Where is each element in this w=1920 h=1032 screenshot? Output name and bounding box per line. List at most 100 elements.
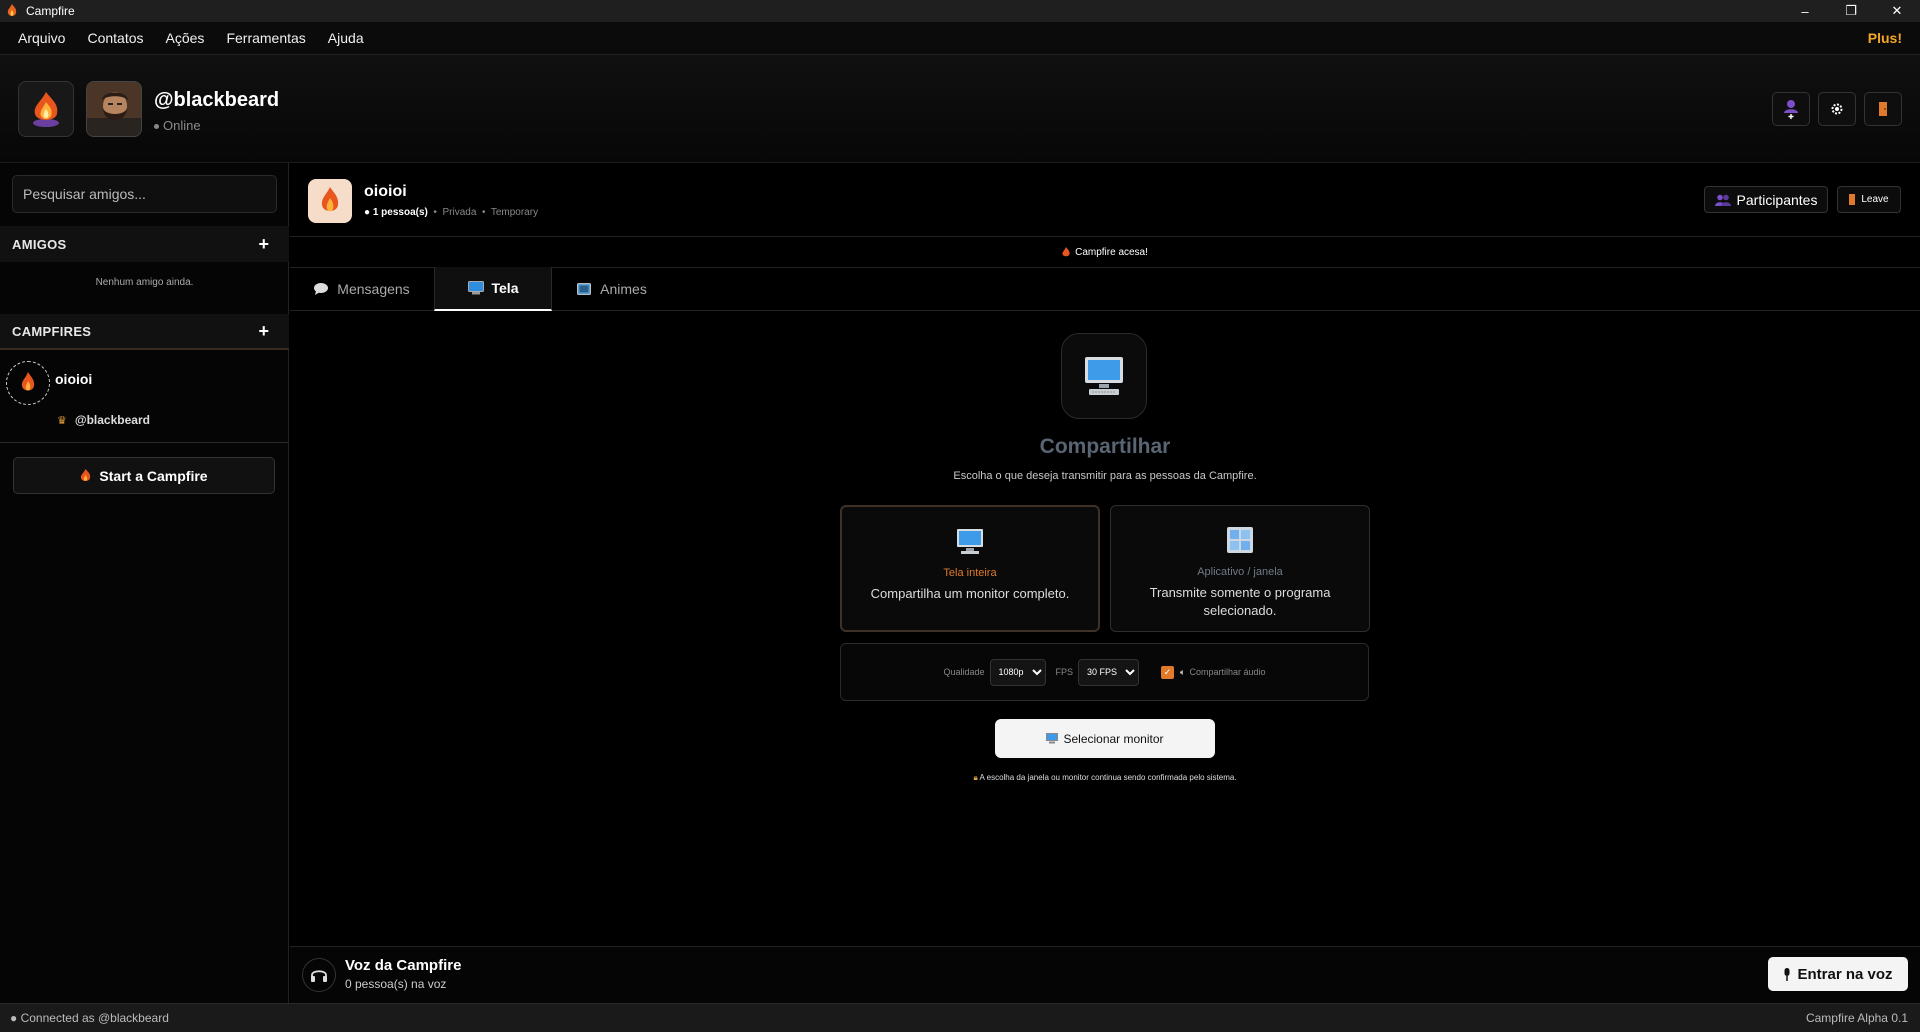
exit-button[interactable]	[1864, 92, 1902, 126]
connection-status-text: Connected as @blackbeard	[20, 1011, 169, 1025]
search-friends-input[interactable]	[12, 175, 277, 213]
share-title: Compartilhar	[1039, 435, 1171, 458]
settings-button[interactable]	[1818, 92, 1856, 126]
tab-animes[interactable]: Animes	[552, 267, 672, 311]
share-audio-checkbox[interactable]: ✓	[1161, 665, 1175, 679]
plus-link[interactable]: Plus!	[1868, 30, 1902, 46]
fps-select[interactable]: 30 FPS	[1078, 658, 1140, 686]
tab-mensagens-label: Mensagens	[337, 281, 410, 297]
voice-count: 0 pessoa(s) na voz	[345, 977, 447, 991]
flame-logo-icon	[33, 92, 59, 127]
avatar[interactable]	[86, 81, 142, 137]
tab-animes-label: Animes	[600, 281, 647, 297]
option-full-screen[interactable]: Tela inteira Compartilha um monitor comp…	[840, 505, 1100, 632]
campfires-header-label: CAMPFIRES	[12, 323, 92, 339]
door-icon	[1849, 194, 1856, 205]
add-friend-plus-button[interactable]: +	[258, 234, 269, 255]
campfire-item-avatar	[6, 361, 50, 405]
status-bar: ● Connected as @blackbeard Campfire Alph…	[0, 1003, 1920, 1032]
restore-button[interactable]: ❐	[1828, 0, 1874, 22]
leave-label: Leave	[1861, 194, 1889, 205]
select-monitor-label: Selecionar monitor	[1063, 731, 1164, 746]
add-friend-button[interactable]	[1772, 92, 1810, 126]
status-text: Online	[163, 118, 201, 133]
close-button[interactable]: ✕	[1874, 0, 1920, 22]
friends-section-header: AMIGOS +	[0, 226, 289, 262]
campfire-member: ♛ @blackbeard	[57, 413, 150, 427]
chat-bubble-icon	[314, 283, 329, 295]
title-bar: Campfire – ❐ ✕	[0, 0, 1920, 22]
share-screen-icon-box	[1061, 333, 1147, 419]
tab-bar: Mensagens Tela Animes	[290, 267, 1920, 311]
campfire-meta: ● 1 pessoa(s) • Privada • Temporary	[364, 207, 539, 218]
menu-arquivo[interactable]: Arquivo	[18, 30, 65, 46]
friends-empty-text: Nenhum amigo ainda.	[95, 277, 194, 288]
join-voice-button[interactable]: Entrar na voz	[1768, 957, 1908, 991]
option-full-screen-title: Tela inteira	[943, 567, 997, 579]
start-campfire-button[interactable]: Start a Campfire	[13, 457, 275, 494]
campfire-header: oioioi ● 1 pessoa(s) • Privada • Tempora…	[290, 163, 1920, 237]
campfire-logo-icon	[7, 4, 17, 16]
campfire-icon	[308, 179, 352, 223]
sidebar: AMIGOS + Nenhum amigo ainda. CAMPFIRES +…	[0, 163, 289, 1003]
version-label: Campfire Alpha 0.1	[1805, 1011, 1908, 1025]
avatar-image	[87, 82, 141, 136]
speaker-icon: 🔈︎	[1180, 666, 1186, 677]
notice-text: Campfire acesa!	[1075, 247, 1148, 258]
fps-label: FPS	[1055, 667, 1074, 677]
tab-mensagens[interactable]: Mensagens	[290, 267, 434, 311]
leave-button[interactable]: Leave	[1837, 186, 1901, 213]
window-title: Campfire	[26, 4, 75, 18]
campfire-item-name: oioioi	[55, 371, 93, 387]
headphones-icon	[302, 958, 336, 992]
lock-icon: 🔒︎	[973, 773, 978, 782]
menu-ajuda[interactable]: Ajuda	[328, 30, 364, 46]
voice-title: Voz da Campfire	[345, 957, 462, 974]
door-icon	[1879, 102, 1887, 116]
headphones-glyph	[311, 970, 327, 982]
tab-tela[interactable]: Tela	[434, 267, 552, 311]
tv-icon	[577, 283, 592, 295]
quality-label: Qualidade	[943, 667, 985, 677]
participants-button[interactable]: Participantes	[1704, 186, 1828, 213]
minimize-button[interactable]: –	[1782, 0, 1828, 22]
voice-bar: Voz da Campfire 0 pessoa(s) na voz Entra…	[290, 946, 1920, 1003]
member-count-text: 1 pessoa(s)	[372, 207, 428, 218]
quality-select[interactable]: 1080p	[989, 658, 1046, 686]
campfire-name: oioioi	[364, 183, 407, 200]
menu-bar: Arquivo Contatos Ações Ferramentas Ajuda…	[0, 22, 1920, 55]
status-dot	[154, 124, 159, 130]
option-application-title: Aplicativo / janela	[1197, 566, 1283, 578]
flame-icon	[1062, 247, 1070, 257]
flame-icon	[21, 372, 35, 391]
flame-icon	[81, 468, 91, 481]
campfire-member-name: @blackbeard	[74, 413, 150, 427]
select-monitor-button[interactable]: Selecionar monitor	[995, 719, 1215, 758]
menu-acoes[interactable]: Ações	[166, 30, 205, 46]
participants-label: Participantes	[1736, 191, 1818, 208]
main-panel: oioioi ● 1 pessoa(s) • Privada • Tempora…	[290, 163, 1920, 1003]
menu-contatos[interactable]: Contatos	[87, 30, 143, 46]
tab-tela-label: Tela	[491, 280, 519, 296]
share-subtitle: Escolha o que deseja transmitir para as …	[953, 470, 1257, 482]
users-icon	[1714, 194, 1731, 206]
option-application-description: Transmite somente o programa selecionado…	[1149, 585, 1331, 618]
profile-status: Online	[154, 118, 201, 133]
microphone-icon	[1784, 967, 1790, 981]
menu-ferramentas[interactable]: Ferramentas	[226, 30, 305, 46]
gear-icon	[1831, 103, 1843, 115]
mode-label: Temporary	[490, 207, 539, 218]
start-campfire-label: Start a Campfire	[99, 467, 208, 484]
campfire-notice: Campfire acesa!	[290, 238, 1920, 268]
option-application-window[interactable]: Aplicativo / janela Transmite somente o …	[1110, 505, 1370, 632]
friends-header-label: AMIGOS	[12, 236, 67, 252]
add-campfire-plus-button[interactable]: +	[258, 321, 269, 342]
add-user-icon	[1784, 100, 1798, 119]
campfire-logo	[18, 81, 74, 137]
monitor-icon	[1046, 733, 1059, 744]
campfire-list-item[interactable]: oioioi ♛ @blackbeard	[0, 353, 289, 443]
privacy-label: Privada	[442, 207, 477, 218]
crown-icon: ♛	[57, 414, 67, 427]
stream-options-bar: Qualidade 1080p FPS 30 FPS ✓ 🔈︎ Comparti…	[840, 643, 1369, 701]
footnote-text: A escolha da janela ou monitor continua …	[979, 773, 1237, 782]
